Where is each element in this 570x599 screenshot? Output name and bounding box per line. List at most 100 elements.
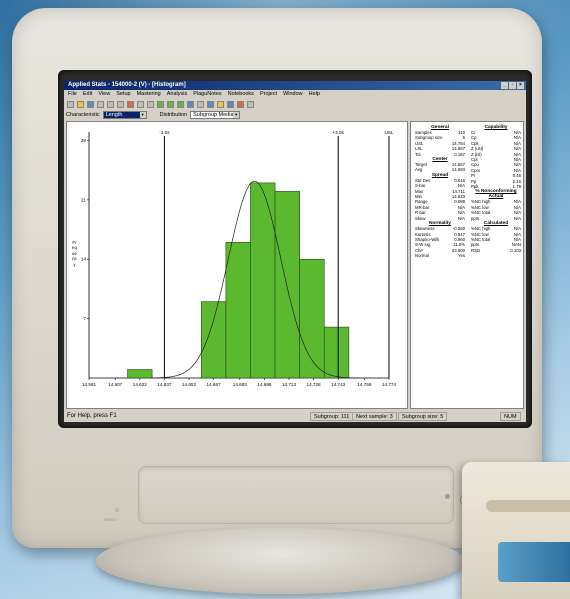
x-tick-label: 14.637 xyxy=(157,382,171,387)
grid-icon[interactable] xyxy=(197,100,204,108)
info-icon[interactable] xyxy=(217,100,224,108)
edit-icon[interactable] xyxy=(127,100,134,108)
status-next-sample: Next sample: 3 xyxy=(352,412,397,421)
distribution-label: Distribution xyxy=(159,112,188,118)
report-icon[interactable] xyxy=(207,100,214,108)
monitor-screen: Applied Stats - 154000-2 (V) - [Histogra… xyxy=(64,81,526,422)
y-tick-label: 21 xyxy=(81,197,87,202)
table-icon[interactable] xyxy=(187,100,194,108)
x-tick-label: 14.667 xyxy=(207,382,221,387)
help-icon[interactable] xyxy=(247,100,254,108)
menu-project[interactable]: Project xyxy=(260,90,277,98)
histogram-bar xyxy=(127,369,153,379)
stat-value: N/A xyxy=(513,215,521,221)
histogram-bar xyxy=(274,191,300,379)
monitor-stand xyxy=(96,528,464,594)
status-subgroup: Subgroup: 111 xyxy=(310,412,354,421)
menu-notebooks[interactable]: Notebooks xyxy=(228,90,254,98)
y-tick-label: 28 xyxy=(81,138,87,143)
stat-value: 0.167 xyxy=(454,151,465,157)
window-titlebar: Applied Stats - 154000-2 (V) - [Histogra… xyxy=(64,81,526,90)
histogram-pane: 7 14 21 28 14.591 14.607 14.622 14.637 14.652 14.… xyxy=(66,121,408,409)
menu-help[interactable]: Help xyxy=(309,90,320,98)
x-tick-label: 14.622 xyxy=(133,382,147,387)
distribution-select[interactable]: Subgroup Median ▼ xyxy=(190,111,241,119)
menu-setup[interactable]: Setup xyxy=(116,90,130,98)
device-window xyxy=(498,542,570,582)
close-button[interactable]: × xyxy=(517,82,524,89)
copy-icon[interactable] xyxy=(107,100,114,108)
stat-value: 0.103 xyxy=(510,247,521,253)
stat-value: 14.693 xyxy=(451,167,465,173)
save-icon[interactable] xyxy=(87,100,94,108)
reset-button[interactable] xyxy=(115,508,119,512)
print-icon[interactable] xyxy=(137,100,144,108)
window-title: Applied Stats - 154000-2 (V) - [Histogra… xyxy=(68,82,186,88)
y-tick-label: 7 xyxy=(83,316,86,321)
reference-line-label: +3.0s xyxy=(332,130,344,135)
stat-value: N/A xyxy=(457,215,465,221)
characteristic-value: Length xyxy=(105,112,123,118)
stat-label: Normal xyxy=(415,253,429,259)
menu-analysis[interactable]: Analysis xyxy=(167,90,187,98)
status-help: For Help, press F1 xyxy=(67,413,117,419)
menu-file[interactable]: File xyxy=(68,90,77,98)
histogram-bar xyxy=(225,241,251,379)
menu-window[interactable]: Window xyxy=(283,90,303,98)
stats-right-column: Capability Cr N/A Cp N/A Cpk N/A Z (usl) N/A Z (l… xyxy=(469,125,523,253)
menu-view[interactable]: View xyxy=(98,90,110,98)
characteristic-select[interactable]: Length ▼ xyxy=(102,111,147,119)
x-tick-label: 14.728 xyxy=(307,382,321,387)
find-icon[interactable] xyxy=(147,100,154,108)
control-chart-icon[interactable] xyxy=(167,100,174,108)
device-top-cap xyxy=(486,500,570,512)
histogram-bar xyxy=(323,326,350,379)
menu-edit[interactable]: Edit xyxy=(83,90,92,98)
power-led xyxy=(445,494,450,499)
reset-label: RESET xyxy=(104,517,118,522)
characteristic-label: Characteristic xyxy=(66,112,100,118)
histogram-bar xyxy=(250,182,276,379)
menu-plagunotes[interactable]: PlaguNotes xyxy=(193,90,221,98)
stat-row: RSD 0.103 xyxy=(469,248,523,253)
y-tick-label: 14 xyxy=(81,257,87,262)
stats-left-column: General Samples 110 Subgroup size 5 USL 14.764… xyxy=(413,125,467,259)
cut-icon[interactable] xyxy=(97,100,104,108)
x-tick-label: 14.774 xyxy=(382,382,396,387)
x-tick-label: 14.683 xyxy=(233,382,247,387)
new-icon[interactable] xyxy=(67,100,74,108)
menu-mastering[interactable]: Mastering xyxy=(137,90,161,98)
stat-label: RSD xyxy=(471,247,481,253)
x-tick-label: 14.759 xyxy=(357,382,371,387)
stat-label: ppm xyxy=(471,215,480,221)
reference-line-label: USL xyxy=(385,130,394,135)
window-controls: _ ▫ × xyxy=(501,82,524,89)
minimize-button[interactable]: _ xyxy=(501,82,508,89)
chart-icon[interactable] xyxy=(157,100,164,108)
maximize-button[interactable]: ▫ xyxy=(509,82,516,89)
x-tick-label: 14.698 xyxy=(257,382,271,387)
x-tick-label: 14.607 xyxy=(108,382,122,387)
selector-bar: Characteristic Length ▼ Distribution Subg… xyxy=(64,110,526,120)
stat-value: Yes xyxy=(457,253,465,259)
chevron-down-icon: ▼ xyxy=(233,112,240,118)
monitor-lower-panel xyxy=(138,466,454,524)
distribution-value: Subgroup Median xyxy=(193,112,237,118)
stat-row: Normal Yes xyxy=(413,253,467,258)
histogram-chart: 7 14 21 28 14.591 14.607 14.622 14.637 14.652 14.… xyxy=(81,130,397,387)
histogram-icon[interactable] xyxy=(177,100,184,108)
chevron-down-icon: ▼ xyxy=(139,112,146,118)
x-tick-label: 14.743 xyxy=(331,382,345,387)
toolbar xyxy=(64,99,526,109)
pareto-icon[interactable] xyxy=(227,100,234,108)
alert-icon[interactable] xyxy=(237,100,244,108)
status-subgroup-size: Subgroup size: 5 xyxy=(398,412,448,421)
reference-line-label: -3.0s xyxy=(159,130,170,135)
paste-icon[interactable] xyxy=(117,100,124,108)
open-folder-icon[interactable] xyxy=(77,100,84,108)
stat-label: Avg xyxy=(415,167,423,173)
x-tick-label: 14.652 xyxy=(182,382,196,387)
x-tick-label: 14.591 xyxy=(82,382,96,387)
status-num: NUM xyxy=(500,412,521,421)
stat-label: Skew xyxy=(415,215,426,221)
